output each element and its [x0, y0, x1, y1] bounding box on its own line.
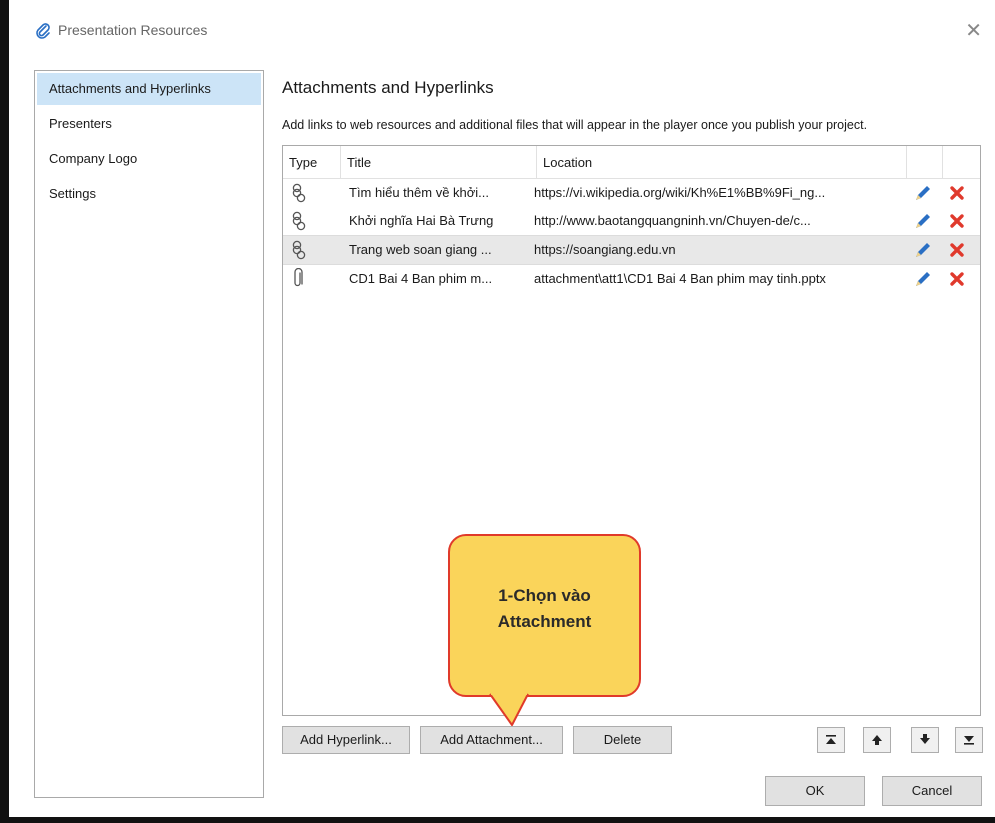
list-row[interactable]: CD1 Bai 4 Ban phim m... attachment\att1\… — [283, 265, 980, 293]
list-row[interactable]: Tìm hiểu thêm về khởi... https://vi.wiki… — [283, 179, 980, 207]
list-row[interactable]: Khởi nghĩa Hai Bà Trưng http://www.baota… — [283, 207, 980, 235]
delete-icon[interactable] — [949, 265, 969, 293]
sidebar-item-settings[interactable]: Settings — [37, 178, 261, 210]
list-row-selected[interactable]: Trang web soan giang ... https://soangia… — [283, 235, 980, 265]
move-down-button[interactable] — [911, 727, 939, 753]
delete-icon[interactable] — [949, 207, 969, 235]
edit-icon[interactable] — [913, 207, 937, 235]
arrow-down-icon — [920, 734, 930, 744]
window-frame-left — [0, 0, 9, 823]
move-up-button[interactable] — [863, 727, 891, 753]
callout-pointer — [489, 693, 529, 726]
row-title: Tìm hiểu thêm về khởi... — [349, 185, 490, 200]
callout-line-1: 1-Chọn vào — [498, 586, 591, 605]
row-title: CD1 Bai 4 Ban phim m... — [349, 271, 493, 286]
hyperlink-icon — [291, 207, 331, 235]
edit-icon[interactable] — [913, 265, 937, 293]
attachment-icon — [291, 265, 331, 293]
instruction-callout: 1-Chọn vào Attachment — [448, 534, 641, 697]
move-to-top-button[interactable] — [817, 727, 845, 753]
sidebar-item-company-logo[interactable]: Company Logo — [37, 143, 261, 175]
edit-icon[interactable] — [913, 236, 937, 264]
close-icon[interactable]: ✕ — [965, 18, 982, 43]
window-title: Presentation Resources — [58, 22, 208, 38]
add-attachment-button[interactable]: Add Attachment... — [420, 726, 563, 754]
title-bar: Presentation Resources ✕ — [24, 18, 984, 48]
add-hyperlink-button[interactable]: Add Hyperlink... — [282, 726, 410, 754]
list-header: Type Title Location — [283, 146, 980, 179]
edit-icon[interactable] — [913, 179, 937, 207]
sidebar-item-presenters[interactable]: Presenters — [37, 108, 261, 140]
row-title: Khởi nghĩa Hai Bà Trưng — [349, 213, 494, 228]
row-location: attachment\att1\CD1 Bai 4 Ban phim may t… — [534, 271, 826, 286]
column-header-title[interactable]: Title — [341, 146, 537, 178]
move-to-top-icon — [826, 735, 836, 744]
move-to-bottom-button[interactable] — [955, 727, 983, 753]
column-header-delete — [943, 146, 980, 178]
window-frame-bottom — [0, 817, 995, 823]
hyperlink-icon — [291, 179, 331, 207]
hyperlink-icon — [291, 236, 331, 264]
callout-line-2: Attachment — [497, 612, 592, 631]
column-header-location[interactable]: Location — [537, 146, 907, 178]
page-title: Attachments and Hyperlinks — [282, 78, 494, 97]
delete-button[interactable]: Delete — [573, 726, 672, 754]
row-location: http://www.baotangquangninh.vn/Chuyen-de… — [534, 213, 811, 228]
column-header-type[interactable]: Type — [283, 146, 341, 178]
move-to-bottom-icon — [964, 736, 974, 745]
page-description: Add links to web resources and additiona… — [282, 118, 868, 132]
row-location: https://soangiang.edu.vn — [534, 242, 676, 257]
sidebar-item-attachments-and-hyperlinks[interactable]: Attachments and Hyperlinks — [37, 73, 261, 105]
column-header-edit — [907, 146, 943, 178]
delete-icon[interactable] — [949, 236, 969, 264]
delete-icon[interactable] — [949, 179, 969, 207]
arrow-up-icon — [872, 735, 882, 745]
sidebar: Attachments and Hyperlinks Presenters Co… — [34, 70, 264, 798]
cancel-button[interactable]: Cancel — [882, 776, 982, 806]
row-title: Trang web soan giang ... — [349, 242, 492, 257]
paperclip-icon — [36, 23, 50, 39]
row-location: https://vi.wikipedia.org/wiki/Kh%E1%BB%9… — [534, 185, 826, 200]
ok-button[interactable]: OK — [765, 776, 865, 806]
